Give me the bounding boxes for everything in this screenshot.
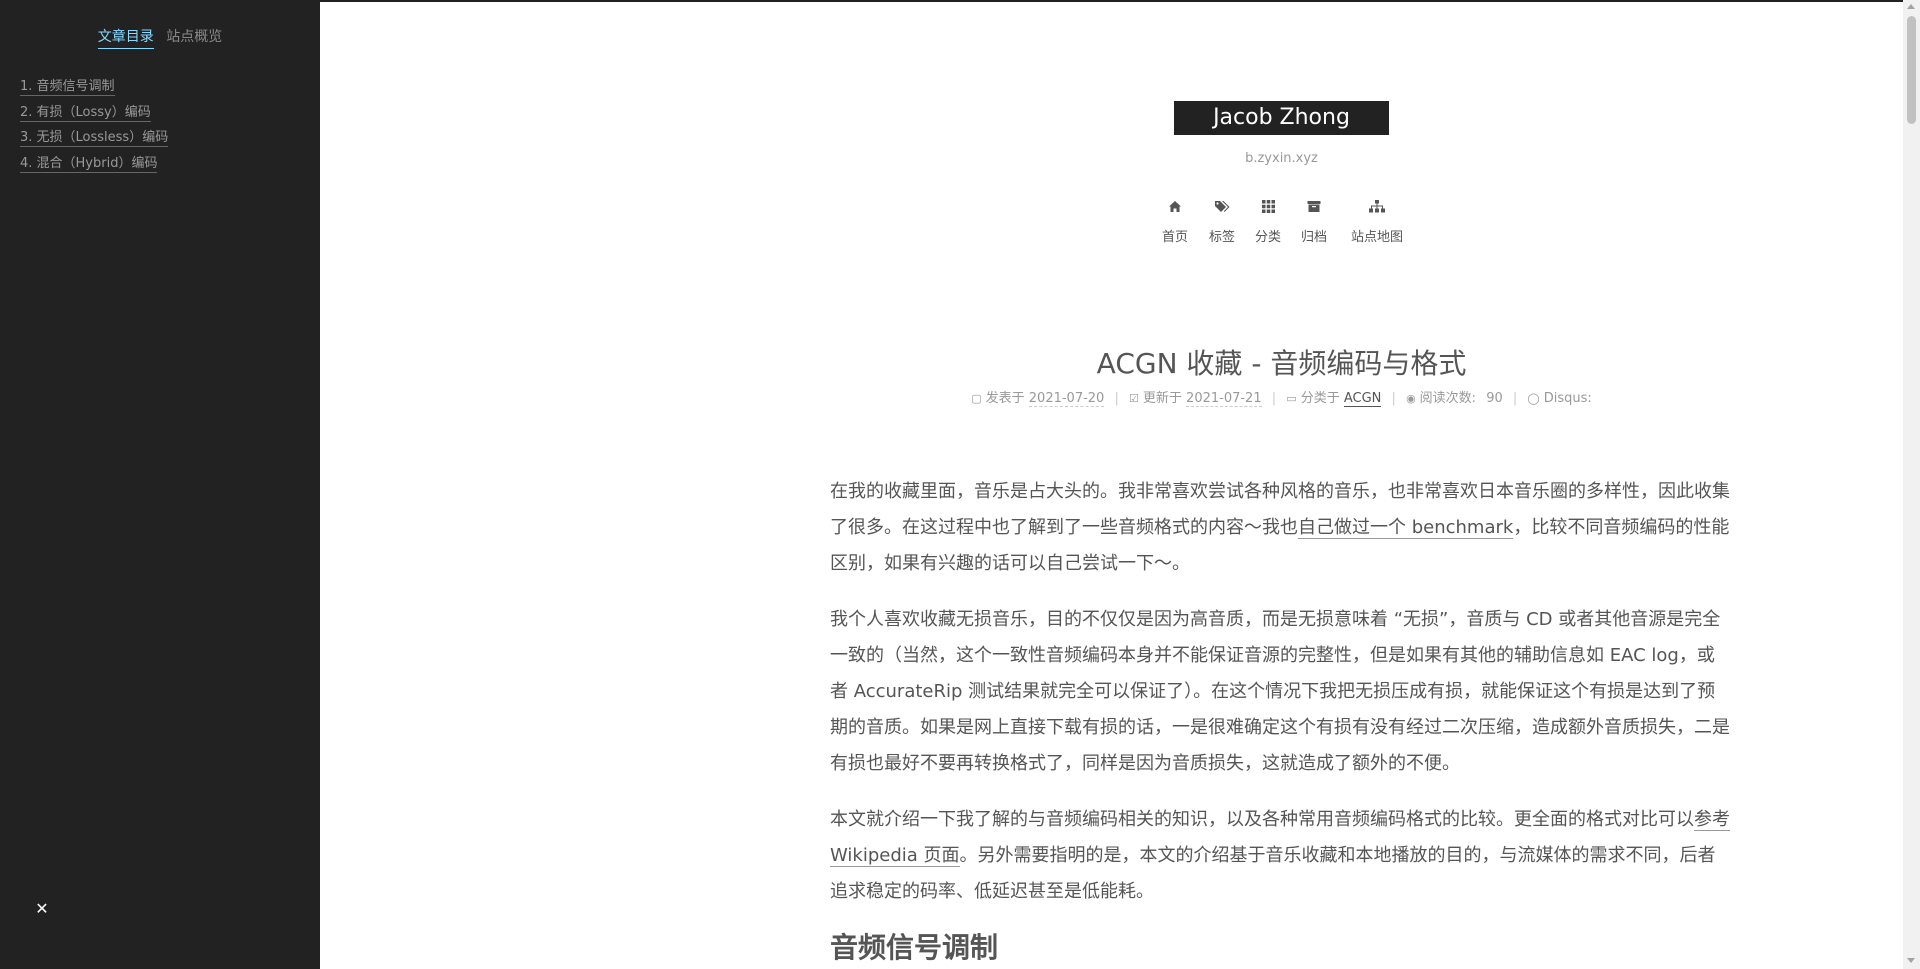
updated-date[interactable]: 2021-07-21 bbox=[1186, 391, 1262, 407]
calendar-check-icon: ☑ bbox=[1129, 392, 1139, 405]
sidebar-tabs: 文章目录 站点概览 bbox=[0, 26, 320, 49]
toc-list: 1. 音频信号调制 2. 有损（Lossy）编码 3. 无损（Lossless）… bbox=[20, 74, 169, 177]
toc-item: 2. 有损（Lossy）编码 bbox=[20, 100, 168, 126]
comment-icon: ◯ bbox=[1527, 392, 1540, 405]
meta-divider: | bbox=[1114, 391, 1119, 406]
eye-icon: ◉ bbox=[1406, 392, 1416, 405]
post-body: 在我的收藏里面，音乐是占大头的。我非常喜欢尝试各种风格的音乐，也非常喜欢日本音乐… bbox=[830, 474, 1732, 966]
folder-icon: ▭ bbox=[1286, 392, 1297, 405]
site-title[interactable]: Jacob Zhong bbox=[1174, 101, 1389, 135]
nav-tags[interactable]: 标签 bbox=[1202, 200, 1242, 245]
nav-label: 归档 bbox=[1300, 230, 1327, 245]
toc-link-3[interactable]: 3. 无损（Lossless）编码 bbox=[20, 130, 169, 147]
nav-sitemap[interactable]: 站点地图 bbox=[1342, 200, 1412, 245]
meta-divider: | bbox=[1391, 391, 1396, 406]
nav-label: 分类 bbox=[1254, 230, 1281, 245]
toc-item: 4. 混合（Hybrid）编码 bbox=[20, 151, 168, 177]
sitemap-icon bbox=[1342, 200, 1412, 218]
paragraph: 我个人喜欢收藏无损音乐，目的不仅仅是因为高音质，而是无损意味着 “无损”，音质与… bbox=[830, 609, 1730, 774]
toc-item: 1. 音频信号调制 bbox=[20, 74, 168, 100]
top-border bbox=[320, 0, 1903, 2]
toc-link-2[interactable]: 2. 有损（Lossy）编码 bbox=[20, 104, 151, 122]
section-heading: 音频信号调制 bbox=[830, 931, 999, 964]
nav-categories[interactable]: 分类 bbox=[1248, 200, 1288, 245]
nav-label: 首页 bbox=[1161, 230, 1188, 245]
paragraph-text: 本文就介绍一下我了解的与音频编码相关的知识，以及各种常用音频编码格式的比较。更全… bbox=[830, 809, 1694, 830]
close-icon[interactable]: ✕ bbox=[34, 901, 50, 917]
th-icon bbox=[1248, 200, 1288, 218]
meta-divider: | bbox=[1271, 391, 1277, 406]
toc-link-1[interactable]: 1. 音频信号调制 bbox=[20, 79, 115, 96]
views-count: 90 bbox=[1486, 391, 1503, 406]
views-label: 阅读次数: bbox=[1419, 391, 1477, 406]
nav-label: 站点地图 bbox=[1350, 230, 1403, 245]
post-title: ACGN 收藏 - 音频编码与格式 bbox=[1096, 347, 1467, 380]
benchmark-link[interactable]: 自己做过一个 benchmark bbox=[1298, 517, 1514, 539]
meta-divider: | bbox=[1512, 391, 1518, 406]
main-area: Jacob Zhong b.zyxin.xyz 首页 标签 分类 归档 站点地图… bbox=[320, 0, 1903, 969]
comments-label[interactable]: Disqus: bbox=[1544, 391, 1592, 406]
nav-home[interactable]: 首页 bbox=[1155, 200, 1195, 245]
tags-icon bbox=[1202, 200, 1242, 218]
scroll-up-icon[interactable] bbox=[1907, 4, 1915, 9]
toc-link-4[interactable]: 4. 混合（Hybrid）编码 bbox=[20, 155, 158, 173]
tab-toc[interactable]: 文章目录 bbox=[97, 26, 154, 49]
calendar-icon: ▢ bbox=[971, 392, 982, 405]
toc-item: 3. 无损（Lossless）编码 bbox=[20, 125, 169, 151]
scroll-thumb[interactable] bbox=[1907, 16, 1916, 124]
site-subtitle: b.zyxin.xyz bbox=[1245, 151, 1318, 166]
home-icon bbox=[1155, 200, 1195, 218]
post-meta: ▢ 发表于 2021-07-20 | ☑ 更新于 2021-07-21 | ▭ 分类于… bbox=[900, 387, 1663, 407]
paragraph-text: 。另外需要指明的是，本文的介绍基于音乐收藏和本地播放的目的，与流媒体的需求不同，… bbox=[830, 845, 1716, 902]
updated-label: 更新于 bbox=[1142, 391, 1182, 406]
page-scrollbar[interactable] bbox=[1903, 0, 1920, 969]
posted-label: 发表于 bbox=[985, 391, 1025, 406]
paragraph: 在我的收藏里面，音乐是占大头的。我非常喜欢尝试各种风格的音乐，也非常喜欢日本音乐… bbox=[830, 474, 1732, 582]
nav-archives[interactable]: 归档 bbox=[1294, 200, 1334, 245]
tab-overview[interactable]: 站点概览 bbox=[166, 26, 222, 48]
sidebar: 文章目录 站点概览 1. 音频信号调制 2. 有损（Lossy）编码 3. 无损… bbox=[0, 0, 320, 969]
archive-icon bbox=[1294, 200, 1334, 218]
paragraph: 本文就介绍一下我了解的与音频编码相关的知识，以及各种常用音频编码格式的比较。更全… bbox=[830, 802, 1732, 910]
main-nav: 首页 标签 分类 归档 站点地图 bbox=[320, 200, 1920, 250]
scroll-down-icon[interactable] bbox=[1907, 958, 1915, 963]
posted-date[interactable]: 2021-07-20 bbox=[1028, 391, 1105, 407]
category-label: 分类于 bbox=[1300, 391, 1340, 406]
nav-label: 标签 bbox=[1208, 230, 1235, 245]
category-link[interactable]: ACGN bbox=[1343, 391, 1382, 407]
